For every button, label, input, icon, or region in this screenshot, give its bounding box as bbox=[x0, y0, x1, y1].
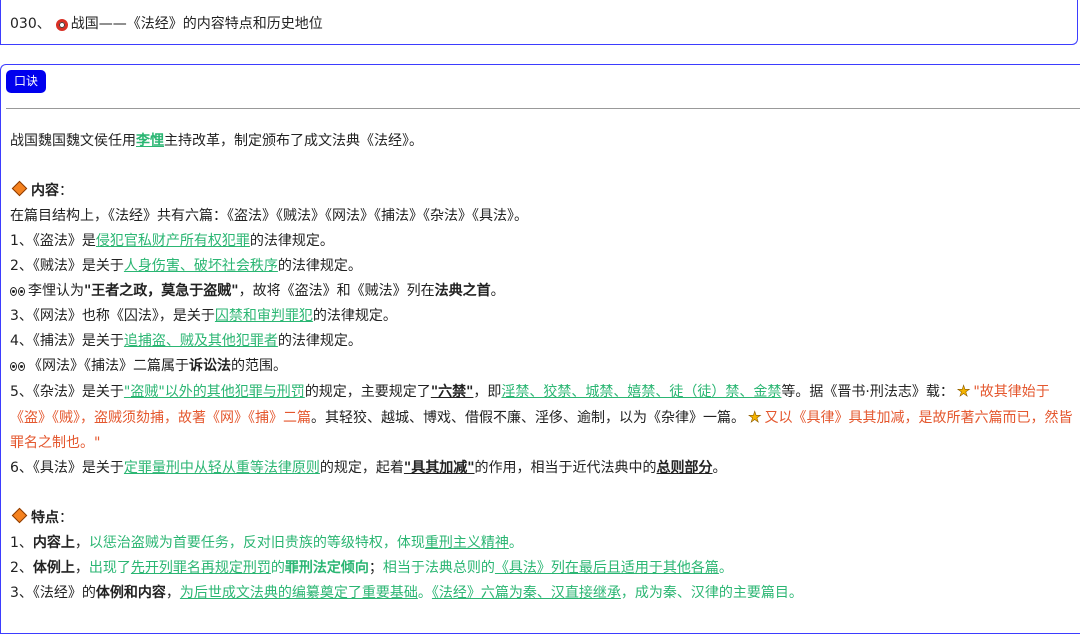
item-text: 2、《贼法》是关于 bbox=[10, 258, 124, 274]
item-text-mid: ，即 bbox=[473, 384, 502, 400]
item-text-mid: 的规定，主要规定了 bbox=[304, 384, 431, 400]
list-item-1: 1、《盗法》是侵犯官私财产所有权犯罪的法律规定。 bbox=[10, 229, 1080, 254]
note-text: 《网法》《捕法》二篇属于 bbox=[28, 358, 189, 374]
item-link[interactable]: 侵犯官私财产所有权犯罪 bbox=[96, 233, 250, 249]
mnemonic-button[interactable]: 口诀 bbox=[6, 70, 47, 93]
item-text: 5、《杂法》是关于 bbox=[10, 384, 124, 400]
note-quote: "王者之政，莫急于盗贼" bbox=[84, 283, 239, 299]
eyes-icon bbox=[10, 279, 28, 304]
feature-bold: 体例上 bbox=[32, 560, 75, 576]
feature-green: 出现了 bbox=[88, 560, 131, 576]
feature-2: 2、体例上，出现了先开列罪名再规定刑罚的罪刑法定倾向；相当于法典总则的《具法》列… bbox=[10, 556, 1080, 581]
feature-sep: ， bbox=[165, 585, 180, 601]
title-text: 战国——《法经》的内容特点和历史地位 bbox=[70, 16, 323, 32]
intro-text: 战国魏国魏文侯任用 bbox=[10, 133, 136, 149]
item-text: 6、《具法》是关于 bbox=[10, 460, 124, 476]
note-text-end: 的范围。 bbox=[231, 358, 287, 374]
feature-link[interactable]: 《具法》列在最后且适用于其他各篇 bbox=[495, 560, 719, 576]
item-text-end: 。 bbox=[712, 460, 727, 476]
content-card: 口诀 战国魏国魏文侯任用李悝主持改革，制定颁布了成文法典《法经》。 内容： 在篇… bbox=[0, 64, 1080, 634]
list-item-4: 4、《捕法》是关于追捕盗、贼及其他犯罪者的法律规定。 bbox=[10, 329, 1080, 354]
colon: ： bbox=[59, 183, 73, 199]
item-text: 4、《捕法》是关于 bbox=[10, 333, 124, 349]
feature-green: 。 bbox=[718, 560, 733, 576]
note-text-end: 。 bbox=[490, 283, 505, 299]
feature-3: 3、《法经》的体例和内容，为后世成文法典的编纂奠定了重要基础。《法经》六篇为秦、… bbox=[10, 581, 1080, 606]
item-text-end: 的法律规定。 bbox=[277, 258, 362, 274]
item-link[interactable]: 淫禁、狡禁、城禁、嬉禁、徒（徒）禁、金禁 bbox=[501, 384, 781, 400]
item-text-mid: 。其轻狡、越城、博戏、借假不廉、淫侈、逾制，以为《杂律》一篇。 bbox=[311, 410, 745, 426]
item-text: 1、《盗法》是 bbox=[10, 233, 96, 249]
feature-green: 的 bbox=[270, 560, 285, 576]
content-heading-label: 内容 bbox=[31, 183, 59, 199]
star-icon: ★ bbox=[748, 408, 762, 427]
feature-green: 相当于法典总则的 bbox=[382, 560, 495, 576]
person-link[interactable]: 李悝 bbox=[136, 133, 164, 149]
item-text-end: 的法律规定。 bbox=[249, 233, 334, 249]
note-bold: 法典之首 bbox=[434, 283, 491, 299]
diamond-icon bbox=[11, 180, 28, 197]
item-bold: 总则部分 bbox=[656, 460, 713, 476]
list-item-5: 5、《杂法》是关于"盗贼"以外的其他犯罪与刑罚的规定，主要规定了"六禁"，即淫禁… bbox=[10, 379, 1076, 456]
item-link[interactable]: 囚禁和审判罪犯 bbox=[215, 308, 313, 324]
note-2: 《网法》《捕法》二篇属于诉讼法的范围。 bbox=[10, 354, 1080, 379]
item-bold: "六禁" bbox=[430, 384, 474, 400]
content-heading: 内容： bbox=[10, 179, 1080, 204]
feature-green: 以惩治盗贼为首要任务，反对旧贵族的等级特权，体现 bbox=[88, 535, 425, 551]
feature-num: 3、《法经》的 bbox=[10, 585, 96, 601]
list-item-2: 2、《贼法》是关于人身伤害、破坏社会秩序的法律规定。 bbox=[10, 254, 1080, 279]
eyes-icon bbox=[10, 354, 28, 379]
feature-num: 1、 bbox=[10, 535, 33, 551]
diamond-icon bbox=[11, 507, 28, 524]
feature-green-bold: 罪刑法定倾向 bbox=[284, 560, 369, 576]
features-heading-label: 特点 bbox=[31, 510, 59, 526]
note-text: 李悝认为 bbox=[28, 283, 84, 299]
item-text-end: 的法律规定。 bbox=[312, 308, 397, 324]
feature-sep: ， bbox=[74, 535, 89, 551]
item-bold: "具其加减" bbox=[403, 460, 475, 476]
feature-bold: 体例和内容 bbox=[95, 585, 166, 601]
feature-green: 。 bbox=[417, 585, 432, 601]
note-text-mid: ，故将《盗法》和《贼法》列在 bbox=[238, 283, 435, 299]
feature-green: 。 bbox=[508, 535, 523, 551]
feature-link[interactable]: 重刑主义精神 bbox=[425, 535, 509, 551]
list-item-6: 6、《具法》是关于定罪量刑中从轻从重等法律原则的规定，起着"具其加减"的作用，相… bbox=[10, 456, 1080, 481]
note-bold: 诉讼法 bbox=[189, 358, 231, 374]
item-text-end: 的法律规定。 bbox=[277, 333, 362, 349]
feature-1: 1、内容上，以惩治盗贼为首要任务，反对旧贵族的等级特权，体现重刑主义精神。 bbox=[10, 531, 1080, 556]
structure-line: 在篇目结构上，《法经》共有六篇：《盗法》《贼法》《网法》《捕法》《杂法》《具法》… bbox=[10, 208, 528, 224]
item-text-mid: 的规定，起着 bbox=[319, 460, 404, 476]
feature-link[interactable]: 为后世成文法典的编纂奠定了重要基础 bbox=[180, 585, 418, 601]
item-link[interactable]: 追捕盗、贼及其他犯罪者 bbox=[124, 333, 278, 349]
item-text-mid: 的作用，相当于近代法典中的 bbox=[474, 460, 657, 476]
ring-icon bbox=[55, 19, 68, 31]
item-link[interactable]: "盗贼"以外的其他犯罪与刑罚 bbox=[124, 384, 305, 400]
intro-text-end: 主持改革，制定颁布了成文法典《法经》。 bbox=[164, 133, 423, 149]
feature-sep: ， bbox=[74, 560, 89, 576]
divider bbox=[6, 108, 1080, 109]
features-heading: 特点： bbox=[10, 506, 1080, 531]
feature-bold: 内容上 bbox=[32, 535, 75, 551]
feature-link[interactable]: 《法经》六篇为秦、汉直接继承 bbox=[432, 585, 621, 601]
note-1: 李悝认为"王者之政，莫急于盗贼"，故将《盗法》和《贼法》列在法典之首。 bbox=[10, 279, 1080, 304]
feature-sep: ； bbox=[368, 560, 383, 576]
title-box: 030、 战国——《法经》的内容特点和历史地位 bbox=[0, 0, 1078, 45]
content-body: 战国魏国魏文侯任用李悝主持改革，制定颁布了成文法典《法经》。 内容： 在篇目结构… bbox=[10, 129, 1080, 606]
item-text-mid: 等。据《晋书·刑法志》载： bbox=[781, 384, 954, 400]
title-prefix: 030、 bbox=[10, 16, 51, 32]
list-item-3: 3、《网法》也称《囚法》，是关于囚禁和审判罪犯的法律规定。 bbox=[10, 304, 1080, 329]
item-link[interactable]: 定罪量刑中从轻从重等法律原则 bbox=[124, 460, 320, 476]
intro-line: 战国魏国魏文侯任用李悝主持改革，制定颁布了成文法典《法经》。 bbox=[10, 129, 1080, 154]
feature-num: 2、 bbox=[10, 560, 33, 576]
feature-green: ，成为秦、汉律的主要篇目。 bbox=[620, 585, 803, 601]
feature-link[interactable]: 先开列罪名再规定刑罚 bbox=[131, 560, 271, 576]
page-title: 030、 战国——《法经》的内容特点和历史地位 bbox=[10, 13, 323, 33]
item-link[interactable]: 人身伤害、破坏社会秩序 bbox=[124, 258, 278, 274]
star-icon: ★ bbox=[956, 382, 971, 401]
item-text: 3、《网法》也称《囚法》，是关于 bbox=[10, 308, 215, 324]
colon: ： bbox=[59, 510, 73, 526]
